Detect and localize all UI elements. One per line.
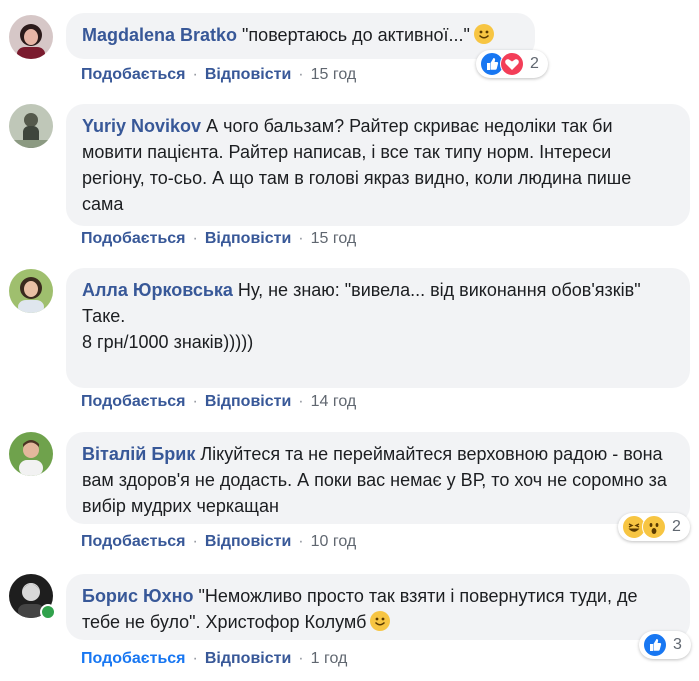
like-icon (643, 633, 667, 657)
avatar[interactable] (9, 432, 53, 476)
love-icon (500, 52, 524, 76)
like-link[interactable]: Подобається (81, 230, 186, 247)
reply-link[interactable]: Відповісти (205, 650, 291, 667)
reactions-summary[interactable]: 2 (618, 513, 690, 541)
like-link[interactable]: Подобається (81, 393, 186, 410)
online-status-indicator (40, 604, 56, 620)
separator: · (192, 66, 198, 83)
timestamp[interactable]: 15 год (311, 230, 357, 247)
separator: · (298, 230, 304, 247)
comment-author[interactable]: Magdalena Bratko (82, 25, 237, 45)
separator: · (192, 230, 198, 247)
reply-link[interactable]: Відповісти (205, 66, 291, 83)
reactions-summary[interactable]: 2 (476, 50, 548, 78)
comment-bubble: Віталій Брик Лікуйтеся та не переймайтеся… (66, 432, 690, 524)
reactions-summary[interactable]: 3 (639, 631, 691, 659)
reply-link[interactable]: Відповісти (205, 393, 291, 410)
comment-author[interactable]: Борис Юхно (82, 586, 193, 606)
comment-bubble: Борис Юхно "Неможливо просто так взяти і … (66, 574, 690, 640)
comment-actions: Подобається · Відповісти · 10 год (81, 533, 356, 551)
reaction-count: 2 (530, 55, 539, 72)
wow-icon (642, 515, 666, 539)
like-link[interactable]: Подобається (81, 66, 186, 83)
smile-emoji-icon (370, 611, 391, 631)
comment-actions: Подобається · Відповісти · 14 год (81, 393, 356, 411)
comment-bubble: Magdalena Bratko "повертаюсь до активної.… (66, 13, 535, 59)
avatar[interactable] (9, 269, 53, 313)
reply-link[interactable]: Відповісти (205, 230, 291, 247)
smile-emoji-icon (473, 24, 494, 44)
separator: · (298, 393, 304, 410)
separator: · (298, 66, 304, 83)
comment-text: "повертаюсь до активної..." (242, 25, 470, 45)
comment-bubble: Алла Юрковська Ну, не знаю: "вивела... ві… (66, 268, 690, 388)
comment-actions: Подобається · Відповісти · 1 год (81, 650, 347, 668)
comment-actions: Подобається · Відповісти · 15 год (81, 230, 356, 248)
reply-link[interactable]: Відповісти (205, 533, 291, 550)
comment-bubble: Yuriy Novikov А чого бальзам? Райтер скри… (66, 104, 690, 226)
timestamp[interactable]: 10 год (311, 533, 357, 550)
like-link[interactable]: Подобається (81, 650, 186, 667)
like-link[interactable]: Подобається (81, 533, 186, 550)
avatar[interactable] (9, 15, 53, 59)
comment-author[interactable]: Алла Юрковська (82, 280, 233, 300)
separator: · (192, 650, 198, 667)
timestamp[interactable]: 14 год (311, 393, 357, 410)
comment-actions: Подобається · Відповісти · 15 год (81, 66, 356, 84)
separator: · (298, 650, 304, 667)
avatar[interactable] (9, 104, 53, 148)
comment-author[interactable]: Віталій Брик (82, 444, 195, 464)
separator: · (192, 533, 198, 550)
timestamp[interactable]: 1 год (311, 650, 348, 667)
comment-author[interactable]: Yuriy Novikov (82, 116, 201, 136)
reaction-count: 3 (673, 636, 682, 653)
separator: · (298, 533, 304, 550)
reaction-count: 2 (672, 518, 681, 535)
timestamp[interactable]: 15 год (311, 66, 357, 83)
separator: · (192, 393, 198, 410)
